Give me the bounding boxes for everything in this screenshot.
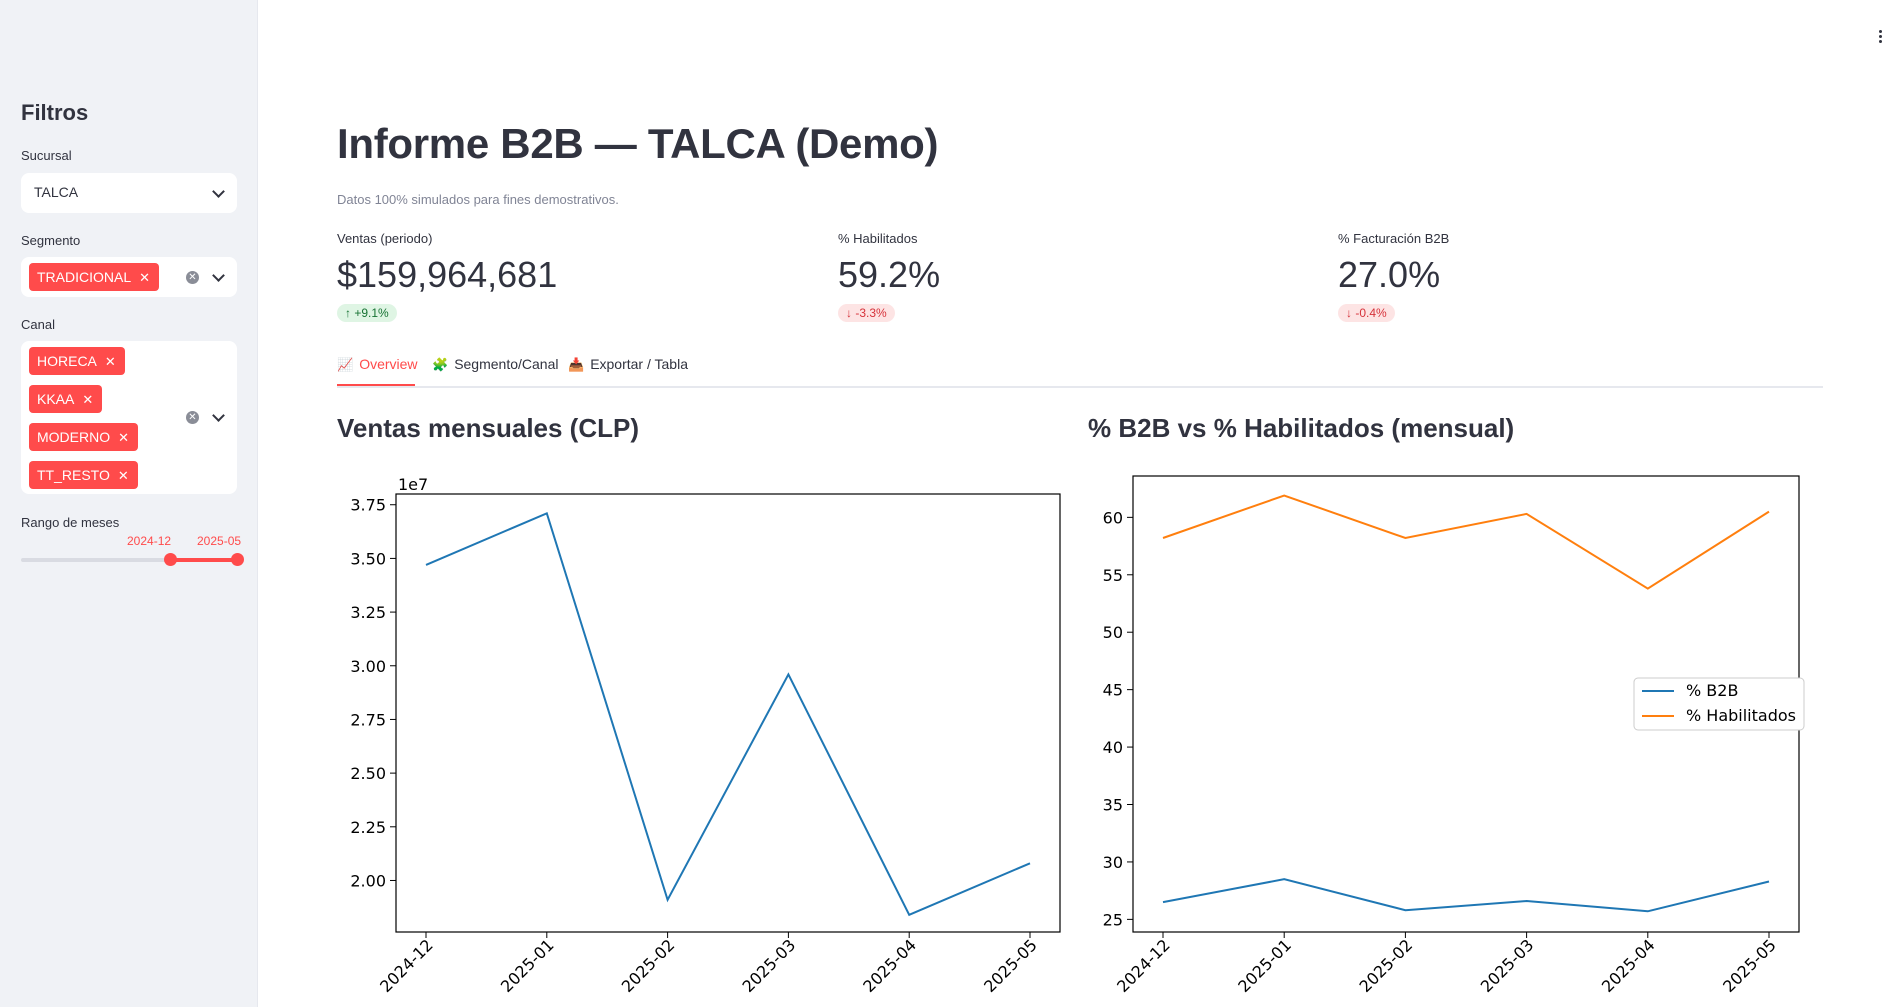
slider-end-value: 2025-05 (197, 534, 242, 548)
chevron-down-icon[interactable] (212, 185, 225, 198)
remove-tag-icon[interactable]: ✕ (118, 468, 129, 483)
metric-value: 27.0% (1338, 254, 1441, 295)
arrow-up-icon: ↑ (345, 306, 355, 320)
chart-icon: 📈 (337, 357, 354, 372)
y-tick-label: 2.25 (350, 818, 386, 837)
canal-tag[interactable]: MODERNO ✕ (29, 423, 139, 451)
y-tick-label: 2.75 (350, 710, 386, 729)
arrow-down-icon: ↓ (1346, 306, 1356, 320)
x-tick-label: 2025-03 (739, 935, 800, 996)
metric-habilitados: % Habilitados 59.2% ↓ -3.3% (838, 231, 940, 322)
x-tick-label: 2025-05 (1719, 935, 1780, 996)
x-tick-label: 2024-12 (1113, 935, 1174, 996)
chart-title-ventas: Ventas mensuales (CLP) (337, 413, 639, 443)
segmento-multiselect[interactable]: TRADICIONAL ✕ ✕ (21, 257, 237, 297)
slider-start-value: 2024-12 (127, 534, 172, 548)
y-tick-label: 2.00 (350, 871, 386, 890)
tab-overview[interactable]: 📈 Overview (337, 356, 418, 373)
metric-label: Ventas (periodo) (337, 231, 433, 246)
canal-tag[interactable]: KKAA ✕ (29, 385, 103, 413)
tab-exportar-tabla[interactable]: 📥 Exportar / Tabla (568, 356, 688, 373)
legend-label: % Habilitados (1686, 706, 1796, 725)
page-title: Informe B2B — TALCA (Demo) (337, 120, 939, 167)
more-options-icon[interactable] (1879, 30, 1883, 45)
segmento-tag[interactable]: TRADICIONAL ✕ (29, 263, 160, 291)
metric-label: % Facturación B2B (1338, 231, 1450, 246)
metric-delta: ↓ -3.3% (838, 304, 895, 322)
active-tab-underline (337, 384, 415, 386)
canal-label: Canal (21, 317, 55, 332)
series-line (425, 511, 1031, 917)
y-tick-label: 40 (1103, 738, 1123, 757)
y-tick-label: 2.50 (350, 764, 386, 783)
remove-tag-icon[interactable]: ✕ (118, 430, 129, 445)
x-tick-label: 2025-02 (1356, 935, 1417, 996)
x-tick-label: 2025-05 (980, 935, 1041, 996)
canal-tag[interactable]: TT_RESTO ✕ (29, 461, 138, 489)
y-tick-label: 45 (1103, 681, 1123, 700)
metric-delta: ↑ +9.1% (337, 304, 397, 322)
x-tick-label: 2025-03 (1477, 935, 1538, 996)
sucursal-label: Sucursal (21, 148, 72, 163)
remove-tag-icon[interactable]: ✕ (139, 270, 150, 285)
x-tick-label: 2025-02 (618, 935, 679, 996)
puzzle-icon: 🧩 (432, 357, 449, 372)
y-tick-label: 60 (1103, 508, 1123, 527)
metric-value: $159,964,681 (337, 254, 558, 295)
remove-tag-icon[interactable]: ✕ (82, 392, 93, 407)
segmento-label: Segmento (21, 233, 81, 248)
x-tick-label: 2025-01 (1234, 935, 1295, 996)
chart-title-b2b-habilitados: % B2B vs % Habilitados (mensual) (1088, 413, 1515, 443)
metric-facturacion-b2b: % Facturación B2B 27.0% ↓ -0.4% (1338, 231, 1449, 322)
y-tick-label: 3.25 (350, 603, 386, 622)
canal-tag[interactable]: HORECA ✕ (29, 347, 125, 375)
metric-value: 59.2% (838, 254, 941, 295)
ventas-mensuales-chart: 2.00 2.25 2.50 2.75 3.00 3.25 3.50 3.75 2024-12 2… (350, 475, 1061, 996)
tab-segmento-canal[interactable]: 🧩 Segmento/Canal (432, 356, 558, 373)
metric-label: % Habilitados (838, 231, 918, 246)
clear-icon[interactable]: ✕ (186, 271, 199, 284)
y-tick-label: 30 (1103, 853, 1123, 872)
series-line (1162, 494, 1770, 590)
sucursal-select[interactable]: TALCA (21, 173, 237, 213)
legend-label: % B2B (1686, 681, 1738, 700)
tab-bar: 📈 Overview 🧩 Segmento/Canal 📥 Exportar / Ta… (337, 352, 1823, 388)
y-scale-label: 1e7 (398, 475, 428, 494)
sidebar-title: Filtros (21, 100, 89, 125)
y-tick-label: 3.00 (350, 657, 386, 676)
canal-multiselect[interactable]: HORECA ✕ KKAA ✕ MODERNO ✕ TT_RESTO ✕ ✕ (21, 341, 237, 494)
sucursal-value: TALCA (34, 184, 79, 200)
y-tick-label: 35 (1103, 796, 1123, 815)
series-line (1162, 878, 1770, 913)
range-slider-fill (170, 558, 237, 562)
x-tick-label: 2025-04 (859, 935, 920, 996)
y-tick-label: 3.75 (350, 496, 386, 515)
x-tick-label: 2025-04 (1598, 935, 1659, 996)
rango-label: Rango de meses (21, 515, 120, 530)
range-slider-start-handle[interactable] (164, 553, 177, 566)
chevron-down-icon[interactable] (212, 409, 225, 422)
arrow-down-icon: ↓ (846, 306, 856, 320)
page-caption: Datos 100% simulados para fines demostra… (337, 192, 619, 207)
y-tick-label: 3.50 (350, 549, 386, 568)
metric-delta: ↓ -0.4% (1338, 304, 1395, 322)
y-tick-label: 25 (1103, 910, 1123, 929)
range-slider-end-handle[interactable] (231, 553, 244, 566)
remove-tag-icon[interactable]: ✕ (105, 354, 116, 369)
x-tick-label: 2024-12 (376, 935, 437, 996)
clear-icon[interactable]: ✕ (186, 411, 199, 424)
y-tick-label: 55 (1103, 566, 1123, 585)
x-tick-label: 2025-01 (497, 935, 558, 996)
chevron-down-icon[interactable] (212, 269, 225, 282)
download-tray-icon: 📥 (568, 357, 585, 372)
plot-frame (395, 493, 1061, 933)
sidebar: Filtros Sucursal TALCA Segmento TRADICIO… (0, 0, 258, 1007)
b2b-habilitados-chart: 25 30 35 40 45 50 55 60 2024-12 2025-01 2025-02 202… (1103, 475, 1805, 996)
metric-ventas: Ventas (periodo) $159,964,681 ↑ +9.1% (337, 231, 557, 322)
y-tick-label: 50 (1103, 623, 1123, 642)
